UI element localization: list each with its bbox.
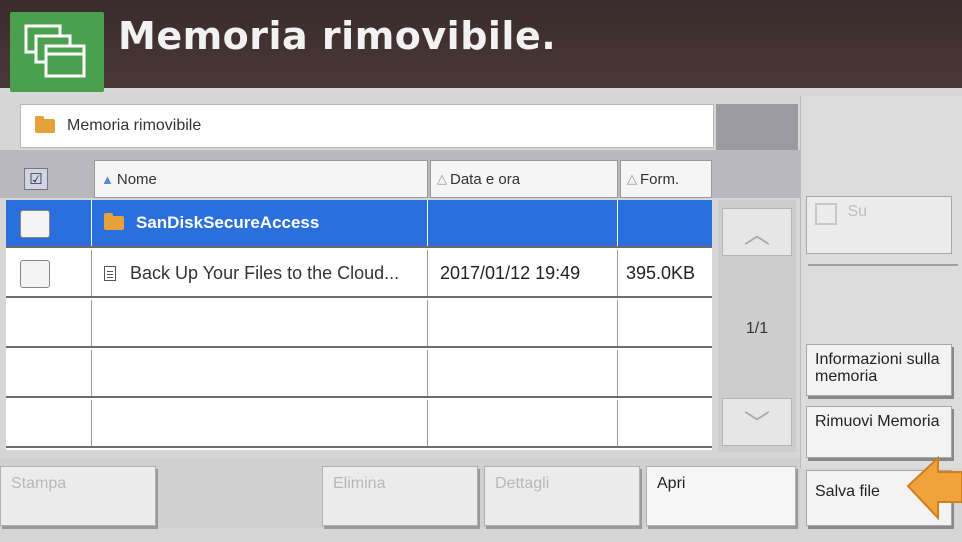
file-table: SanDiskSecureAccess Back Up Your Files t…	[6, 200, 712, 450]
print-button[interactable]: Stampa	[0, 466, 156, 526]
table-row-empty	[6, 400, 712, 448]
details-label: Dettagli	[495, 475, 550, 492]
file-date: 2017/01/12 19:49	[440, 262, 581, 283]
page-indicator: 1/1	[745, 320, 769, 337]
column-name-label: Nome	[116, 170, 157, 188]
file-size: 395.0KB	[626, 262, 696, 283]
memory-info-label: Informazioni sulla memoria	[815, 351, 940, 385]
file-name: SanDiskSecureAccess	[136, 213, 320, 232]
table-row[interactable]: SanDiskSecureAccess	[6, 200, 712, 248]
column-format-header[interactable]: △ Form.	[620, 160, 712, 198]
up-button[interactable]: Su	[806, 196, 952, 254]
save-file-label: Salva file	[815, 483, 880, 500]
select-all-checkbox[interactable]: ☑	[24, 168, 48, 190]
sort-icon: △	[437, 171, 447, 186]
print-label: Stampa	[11, 475, 67, 492]
table-row-empty	[6, 350, 712, 398]
open-label: Apri	[657, 475, 686, 492]
path-side-panel	[716, 104, 798, 156]
chevron-down-icon: ﹀	[743, 408, 770, 439]
up-button-label: Su	[847, 203, 868, 220]
table-row[interactable]: Back Up Your Files to the Cloud... 2017/…	[6, 250, 712, 298]
delete-label: Elimina	[333, 475, 386, 492]
folder-icon	[35, 116, 55, 133]
folder-icon	[104, 213, 124, 230]
scroll-down-button[interactable]: ﹀	[722, 398, 792, 446]
path-label: Memoria rimovibile	[67, 117, 202, 134]
sort-asc-icon: ▲	[101, 171, 114, 187]
file-name: Back Up Your Files to the Cloud...	[130, 262, 400, 283]
title-bar: Memoria rimovibile.	[0, 0, 962, 92]
column-name-header[interactable]: ▲ Nome	[94, 160, 428, 198]
chevron-up-icon: ︿	[743, 218, 770, 249]
row-checkbox[interactable]	[20, 210, 50, 238]
folder-up-icon	[815, 203, 837, 225]
memory-info-button[interactable]: Informazioni sulla memoria	[806, 344, 952, 396]
column-date-label: Data e ora	[450, 170, 521, 188]
column-format-label: Form.	[640, 170, 680, 188]
screen: Memoria rimovibile. Memoria rimovibile ☑…	[0, 0, 962, 542]
details-button[interactable]: Dettagli	[484, 466, 640, 526]
row-checkbox[interactable]	[20, 260, 50, 288]
scroll-panel: ︿ 1/1 ﹀	[718, 200, 796, 452]
path-bar: Memoria rimovibile	[20, 104, 714, 148]
document-icon	[104, 265, 116, 281]
sort-icon: △	[627, 171, 637, 186]
delete-button[interactable]: Elimina	[322, 466, 478, 526]
page-title: Memoria rimovibile.	[118, 14, 557, 58]
pointer-arrow-icon	[906, 455, 962, 521]
divider	[808, 264, 958, 266]
table-row-empty	[6, 300, 712, 348]
open-button[interactable]: Apri	[646, 466, 796, 526]
remove-memory-label: Rimuovi Memoria	[815, 413, 940, 430]
scroll-up-button[interactable]: ︿	[722, 208, 792, 256]
removable-memory-icon	[10, 12, 104, 92]
column-date-header[interactable]: △ Data e ora	[430, 160, 618, 198]
